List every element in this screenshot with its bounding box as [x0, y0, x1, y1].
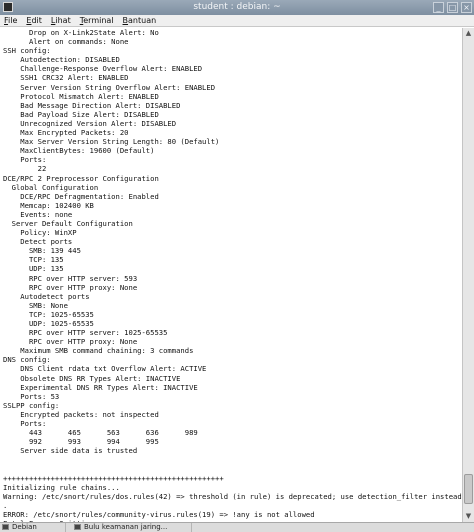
- terminal-line: Policy: WinXP: [3, 228, 77, 238]
- terminal-line: Maximum SMB command chaining: 3 commands: [3, 346, 194, 356]
- terminal-line: RPC over HTTP server: 593: [3, 273, 138, 283]
- terminal-line: DNS config:: [3, 355, 51, 365]
- terminal-output[interactable]: Drop on X-Link2State Alert: No Alert on …: [0, 28, 462, 522]
- scroll-down-arrow-icon[interactable]: ▼: [463, 511, 474, 522]
- terminal-line: 992 993 994 995: [3, 437, 159, 447]
- terminal-line: Warning: /etc/snort/rules/dos.rules(42) …: [3, 491, 462, 501]
- menu-lihat[interactable]: Lihat: [51, 15, 71, 26]
- terminal-line: DCE/RPC Defragmentation: Enabled: [3, 191, 159, 201]
- terminal-line: DNS Client rdata txt Overflow Alert: ACT…: [3, 364, 207, 374]
- terminal-line: TCP: 135: [3, 255, 64, 265]
- vertical-scrollbar[interactable]: ▲ ▼: [462, 28, 474, 522]
- menu-terminal[interactable]: Terminal: [80, 15, 114, 26]
- terminal-line: SMB: 139 445: [3, 246, 81, 256]
- terminal-line: Challenge-Response Overflow Alert: ENABL…: [3, 64, 203, 74]
- taskbar-item-label: Debian: [12, 523, 37, 531]
- terminal-line: Bad Payload Size Alert: DISABLED: [3, 109, 159, 119]
- menu-edit-rest: dit: [31, 16, 42, 25]
- menu-file-rest: ile: [8, 16, 18, 25]
- terminal-line: Autodetect ports: [3, 291, 90, 301]
- menu-file[interactable]: File: [4, 15, 17, 26]
- menu-lihat-rest: ihat: [55, 16, 71, 25]
- menu-terminal-rest: erminal: [83, 16, 114, 25]
- window-controls: _ □ ×: [433, 2, 472, 13]
- terminal-line: SSH1 CRC32 Alert: ENABLED: [3, 73, 129, 83]
- terminal-line: Autodetection: DISABLED: [3, 55, 120, 65]
- window-icon: [2, 524, 9, 530]
- terminal-line: Memcap: 102400 KB: [3, 200, 94, 210]
- terminal-line: Server Version String Overflow Alert: EN…: [3, 82, 216, 92]
- terminal-line: Ports:: [3, 155, 47, 165]
- terminal-line: Protocol Mismatch Alert: ENABLED: [3, 91, 159, 101]
- maximize-button[interactable]: □: [447, 2, 458, 13]
- terminal-line: Alert on commands: None: [3, 37, 129, 47]
- terminal-line: Obsolete DNS RR Types Alert: INACTIVE: [3, 373, 181, 383]
- terminal-line: .: [3, 500, 8, 510]
- terminal-line: Events: none: [3, 209, 73, 219]
- terminal-line: 443 465 563 636 989: [3, 428, 198, 438]
- terminal-line: RPC over HTTP proxy: None: [3, 337, 138, 347]
- taskbar-item-bulu[interactable]: Bulu keamanan jaring...: [72, 523, 192, 532]
- terminal-line: Ports: 53: [3, 391, 60, 401]
- terminal-line: SSH config:: [3, 46, 51, 56]
- terminal-line: Max Server Version String Length: 80 (De…: [3, 137, 220, 147]
- terminal-line: Bad Message Direction Alert: DISABLED: [3, 100, 181, 110]
- terminal-line: UDP: 1025-65535: [3, 319, 94, 328]
- menu-edit[interactable]: Edit: [26, 15, 42, 26]
- taskbar-item-debian[interactable]: Debian: [0, 523, 66, 532]
- scrollbar-thumb[interactable]: [464, 474, 473, 504]
- terminal-line: SMB: None: [3, 300, 68, 310]
- terminal-line: Server side data is trusted: [3, 446, 138, 456]
- terminal-line: ERROR: /etc/snort/rules/community-virus.…: [3, 509, 315, 519]
- terminal-line: Max Encrypted Packets: 20: [3, 128, 129, 138]
- terminal-line: Detect ports: [3, 237, 73, 247]
- close-button[interactable]: ×: [461, 2, 472, 13]
- terminal-line: TCP: 1025-65535: [3, 309, 94, 319]
- terminal-line: Drop on X-Link2State Alert: No: [3, 28, 159, 37]
- taskbar-item-label: Bulu keamanan jaring...: [84, 523, 168, 531]
- terminal-line: Unrecognized Version Alert: DISABLED: [3, 118, 177, 128]
- terminal-line: Global Configuration: [3, 182, 99, 192]
- terminal-line: DCE/RPC 2 Preprocessor Configuration: [3, 173, 159, 183]
- terminal-app-icon: [3, 2, 13, 12]
- scroll-up-arrow-icon[interactable]: ▲: [463, 28, 474, 39]
- terminal-line: RPC over HTTP proxy: None: [3, 282, 138, 292]
- terminal-line: 22: [3, 164, 47, 174]
- terminal-line: ++++++++++++++++++++++++++++++++++++++++…: [3, 473, 224, 483]
- terminal-line: Ports:: [3, 419, 47, 429]
- menu-bantuan[interactable]: Bantuan: [123, 15, 157, 26]
- terminal-line: RPC over HTTP server: 1025-65535: [3, 328, 168, 338]
- terminal-line: Server Default Configuration: [3, 218, 133, 228]
- terminal-line: Encrypted packets: not inspected: [3, 409, 159, 419]
- minimize-button[interactable]: _: [433, 2, 444, 13]
- menu-bantuan-rest: antuan: [128, 16, 157, 25]
- terminal-line: MaxClientBytes: 19600 (Default): [3, 146, 155, 156]
- terminal-line: Initializing rule chains...: [3, 482, 120, 492]
- window-icon: [74, 524, 81, 530]
- menu-bar: File Edit Lihat Terminal Bantuan: [0, 15, 474, 27]
- terminal-line: SSLPP config:: [3, 400, 60, 410]
- window-title: student : debian: ~: [193, 2, 281, 12]
- terminal-line: UDP: 135: [3, 264, 64, 274]
- window-titlebar[interactable]: student : debian: ~ _ □ ×: [0, 0, 474, 15]
- taskbar: Debian Bulu keamanan jaring...: [0, 522, 474, 532]
- terminal-line: Experimental DNS RR Types Alert: INACTIV…: [3, 382, 198, 392]
